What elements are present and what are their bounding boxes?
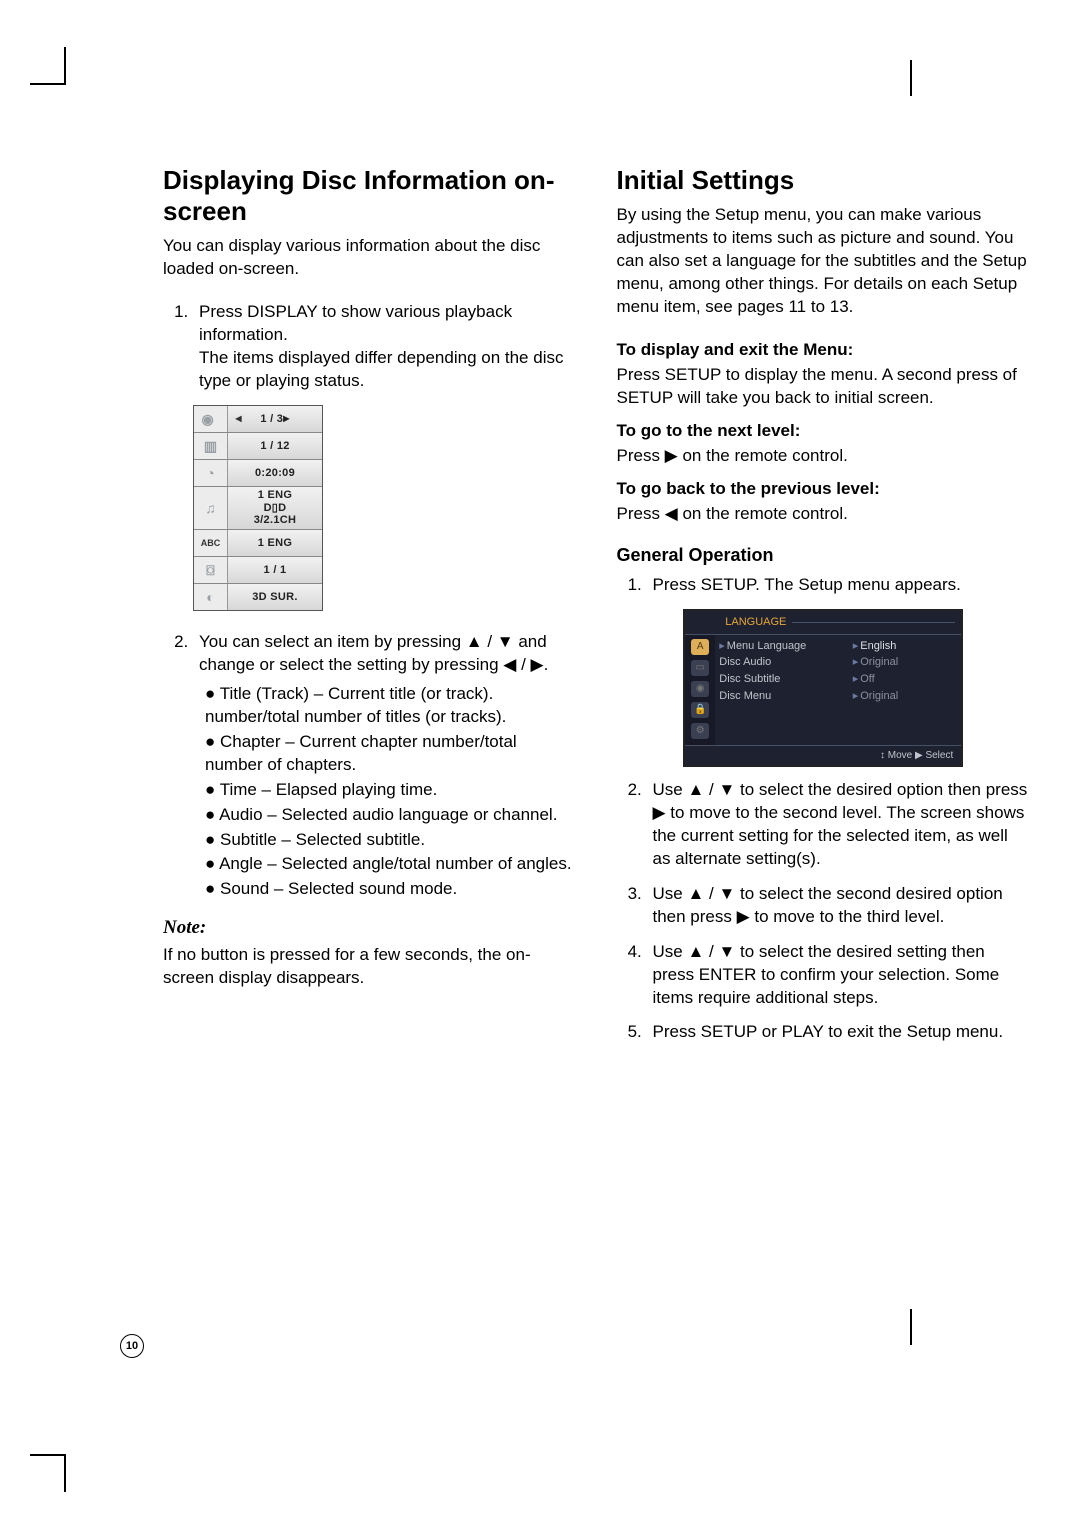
- menu-value-original1: Original: [860, 656, 898, 668]
- step-2-lead: You can select an item by pressing ▲ / ▼…: [199, 632, 548, 674]
- genop-step-4: Use ▲ / ▼ to select the desired setting …: [647, 941, 1031, 1010]
- crop-mark: [910, 1309, 912, 1345]
- subhead-prev-level: To go back to the previous level:: [617, 478, 1031, 501]
- item-descriptions: Title (Track) – Current title (or track)…: [205, 683, 577, 901]
- heading-general-operation: General Operation: [617, 543, 1031, 567]
- crop-mark: [64, 1456, 66, 1492]
- heading-display-disc-info: Displaying Disc Information on-screen: [163, 165, 577, 227]
- crop-mark: [30, 83, 66, 85]
- osd-audio-line3: 3/2.1CH: [254, 514, 296, 526]
- step-1-line-2: The items displayed differ depending on …: [199, 348, 563, 390]
- genop-step-3: Use ▲ / ▼ to select the second desired o…: [647, 883, 1031, 929]
- heading-initial-settings: Initial Settings: [617, 165, 1031, 196]
- subhead-display-exit: To display and exit the Menu:: [617, 339, 1031, 362]
- genop-step-2: Use ▲ / ▼ to select the desired option t…: [647, 779, 1031, 871]
- clock-icon: ◔: [194, 460, 228, 486]
- menu-item-disc-subtitle: Disc Subtitle: [719, 671, 844, 688]
- setup-menu-screenshot: LANGUAGE A ▭ ◉ 🔒 ⚙ ▸Menu Language Disc A…: [683, 609, 963, 767]
- others-tab-icon: ⚙: [691, 723, 709, 739]
- subbody-prev-level: Press ◀ on the remote control.: [617, 503, 1031, 526]
- menu-value-off: Off: [860, 673, 874, 685]
- note-body: If no button is pressed for a few second…: [163, 944, 577, 990]
- subbody-display-exit: Press SETUP to display the menu. A secon…: [617, 364, 1031, 410]
- osd-time-value: 0:20:09: [228, 460, 322, 486]
- step-1: Press DISPLAY to show various playback i…: [193, 301, 577, 393]
- left-column: Displaying Disc Information on-screen Yo…: [163, 165, 577, 1056]
- angle-icon: ⌼: [194, 557, 228, 583]
- lock-tab-icon: 🔒: [691, 702, 709, 718]
- intro-text: You can display various information abou…: [163, 235, 577, 281]
- osd-title-value: 1 / 3: [228, 406, 322, 432]
- audio-tab-icon: ◉: [691, 681, 709, 697]
- setup-menu-values: ▸English ▸Original ▸Off ▸Original: [849, 635, 962, 745]
- bullet-subtitle: Subtitle – Selected subtitle.: [205, 829, 577, 852]
- osd-chapter-value: 1 / 12: [228, 433, 322, 459]
- crop-mark: [30, 1454, 66, 1456]
- right-column: Initial Settings By using the Setup menu…: [617, 165, 1031, 1056]
- osd-sound-value: 3D SUR.: [228, 584, 322, 610]
- page-content: Displaying Disc Information on-screen Yo…: [0, 0, 1080, 1056]
- setup-menu-footer: ↕ Move ▶ Select: [685, 745, 961, 766]
- osd-display-graphic: ◉ 1 / 3 ▥ 1 / 12 ◔ 0:20:09 ♫ 1 ENG D▯D 3…: [193, 405, 323, 611]
- note-heading: Note:: [163, 915, 577, 941]
- sound-icon: ◐: [194, 584, 228, 610]
- initial-settings-intro: By using the Setup menu, you can make va…: [617, 204, 1031, 319]
- osd-audio-line2: D▯D: [264, 502, 287, 514]
- disc-icon: ◉: [194, 406, 228, 432]
- osd-audio-value: 1 ENG D▯D 3/2.1CH: [228, 487, 322, 529]
- bullet-time: Time – Elapsed playing time.: [205, 779, 577, 802]
- bullet-chapter: Chapter – Current chapter number/total n…: [205, 731, 577, 777]
- chapter-icon: ▥: [194, 433, 228, 459]
- step-2: You can select an item by pressing ▲ / ▼…: [193, 631, 577, 901]
- audio-icon: ♫: [194, 487, 228, 529]
- osd-audio-line1: 1 ENG: [258, 489, 293, 501]
- crop-mark: [910, 60, 912, 96]
- menu-value-original2: Original: [860, 690, 898, 702]
- osd-angle-value: 1 / 1: [228, 557, 322, 583]
- page-number: 10: [120, 1334, 144, 1358]
- menu-value-english: English: [860, 640, 896, 652]
- menu-item-disc-menu: Disc Menu: [719, 688, 844, 705]
- display-tab-icon: ▭: [691, 660, 709, 676]
- menu-item-menu-language: Menu Language: [727, 640, 807, 652]
- step-1-line-1: Press DISPLAY to show various playback i…: [199, 302, 512, 344]
- osd-subtitle-value: 1 ENG: [228, 530, 322, 556]
- bullet-audio: Audio – Selected audio language or chann…: [205, 804, 577, 827]
- bullet-sound: Sound – Selected sound mode.: [205, 878, 577, 901]
- setup-menu-items: ▸Menu Language Disc Audio Disc Subtitle …: [715, 635, 848, 745]
- crop-mark: [64, 47, 66, 83]
- subhead-next-level: To go to the next level:: [617, 420, 1031, 443]
- bullet-angle: Angle – Selected angle/total number of a…: [205, 853, 577, 876]
- setup-menu-title: LANGUAGE: [685, 611, 961, 635]
- genop-step-1: Press SETUP. The Setup menu appears.: [647, 574, 1031, 597]
- genop-step-5: Press SETUP or PLAY to exit the Setup me…: [647, 1021, 1031, 1044]
- subtitle-icon: ABC: [194, 530, 228, 556]
- setup-category-icons: A ▭ ◉ 🔒 ⚙: [685, 635, 715, 745]
- bullet-title: Title (Track) – Current title (or track)…: [205, 683, 577, 729]
- menu-item-disc-audio: Disc Audio: [719, 654, 844, 671]
- language-tab-icon: A: [691, 639, 709, 655]
- subbody-next-level: Press ▶ on the remote control.: [617, 445, 1031, 468]
